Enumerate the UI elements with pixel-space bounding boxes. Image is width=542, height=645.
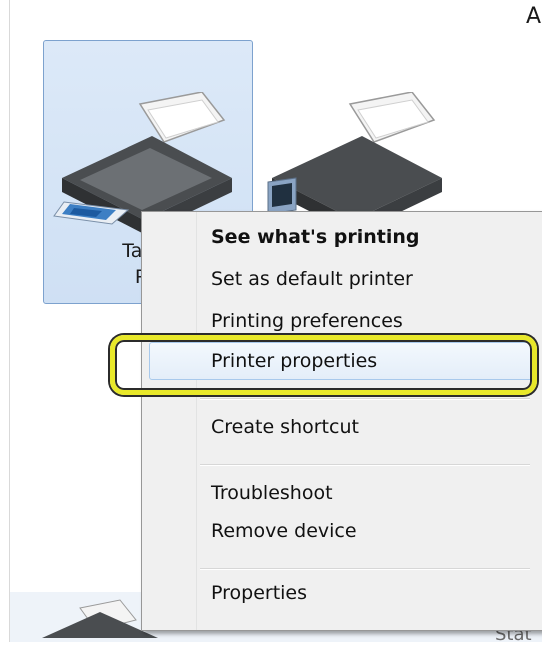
menu-item-set-default-printer[interactable]: Set as default printer bbox=[211, 268, 413, 290]
menu-item-properties[interactable]: Properties bbox=[211, 582, 307, 604]
menu-item-see-whats-printing[interactable]: See what's printing bbox=[211, 226, 420, 248]
menu-icon-gutter bbox=[142, 212, 197, 630]
menu-item-troubleshoot[interactable]: Troubleshoot bbox=[211, 482, 333, 504]
context-menu: See what's printing Set as default print… bbox=[141, 211, 542, 631]
menu-item-create-shortcut[interactable]: Create shortcut bbox=[211, 416, 359, 438]
window-left-edge bbox=[0, 0, 10, 642]
menu-item-remove-device[interactable]: Remove device bbox=[211, 520, 357, 542]
highlight-ring bbox=[110, 335, 537, 395]
menu-separator bbox=[200, 398, 530, 400]
menu-item-printing-preferences[interactable]: Printing preferences bbox=[211, 310, 403, 332]
menu-separator bbox=[200, 464, 530, 466]
header-partial-text: A bbox=[526, 4, 542, 29]
menu-separator bbox=[200, 568, 530, 570]
